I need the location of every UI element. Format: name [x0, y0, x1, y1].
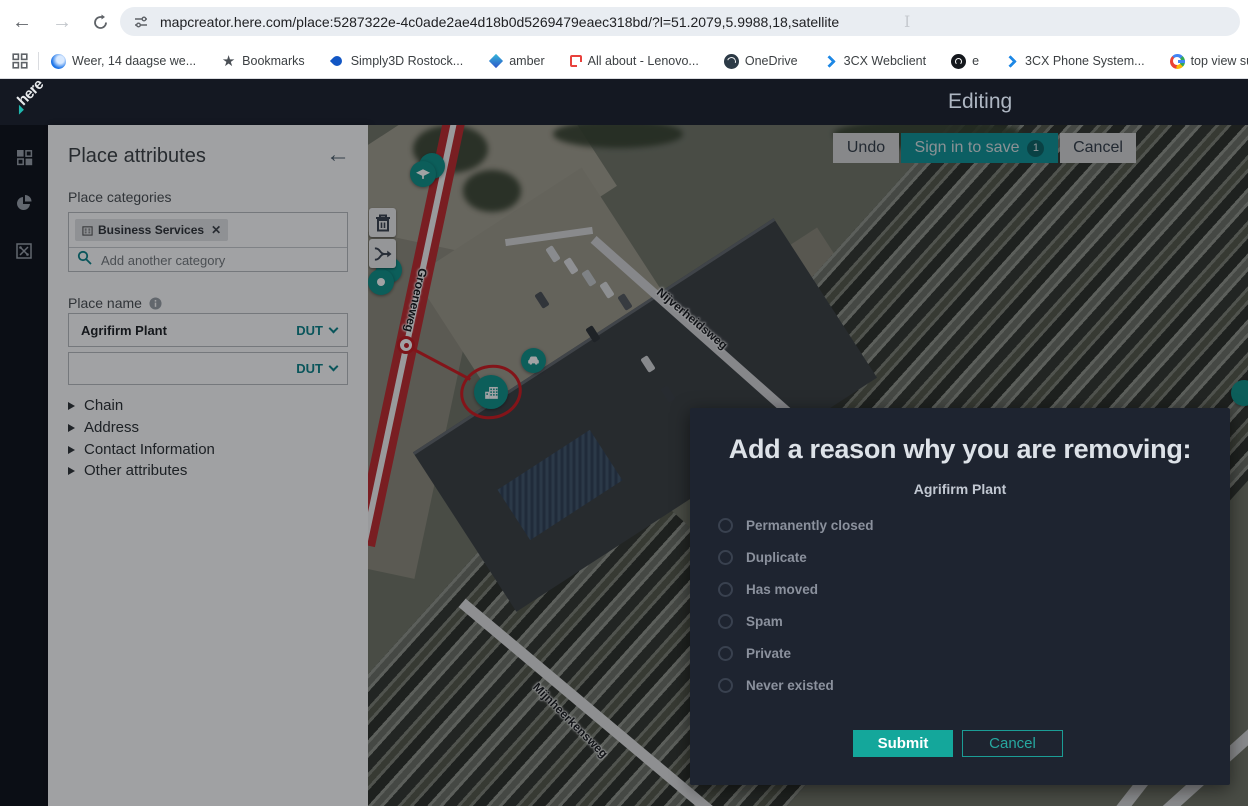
option-has-moved[interactable]: Has moved — [718, 582, 818, 597]
frame-icon — [570, 55, 582, 67]
option-spam[interactable]: Spam — [718, 614, 783, 629]
radio-icon[interactable] — [718, 646, 733, 661]
option-private[interactable]: Private — [718, 646, 791, 661]
chevron-icon — [1004, 54, 1019, 69]
bookmark-amber[interactable]: amber — [488, 54, 544, 69]
radio-icon[interactable] — [718, 518, 733, 533]
option-duplicate[interactable]: Duplicate — [718, 550, 807, 565]
bookmark-suzuki[interactable]: top view suzuki mar... — [1170, 54, 1248, 69]
bookmark-3cx-phone[interactable]: 3CX Phone System... — [1004, 54, 1145, 69]
submit-button[interactable]: Submit — [853, 730, 953, 757]
back-icon[interactable] — [8, 8, 36, 36]
bookmark-onedrive[interactable]: OneDrive — [724, 54, 798, 69]
option-never-existed[interactable]: Never existed — [718, 678, 834, 693]
here-logo[interactable]: here — [14, 76, 47, 109]
app-window: I Weer, 14 daagse we... Bookmarks Simply… — [0, 0, 1248, 806]
here-topbar: here Editing — [0, 79, 1248, 125]
bookmark-bookmarks[interactable]: Bookmarks — [221, 54, 305, 69]
site-settings-icon[interactable] — [134, 15, 148, 29]
option-permanently-closed[interactable]: Permanently closed — [718, 518, 874, 533]
reload-icon[interactable] — [86, 8, 114, 36]
weather-icon — [51, 54, 66, 69]
page-title: Editing — [948, 90, 1012, 114]
chevron-icon — [823, 54, 838, 69]
remove-reason-dialog: Add a reason why you are removing: Agrif… — [690, 408, 1230, 785]
bookmark-e[interactable]: e — [951, 54, 979, 69]
radio-icon[interactable] — [718, 614, 733, 629]
droplet-icon — [330, 54, 345, 69]
bookmark-lenovo[interactable]: All about - Lenovo... — [570, 54, 699, 68]
browser-toolbar: I — [0, 0, 1248, 44]
url-input[interactable] — [158, 13, 1226, 31]
cancel-button[interactable]: Cancel — [962, 730, 1063, 757]
radio-icon[interactable] — [718, 678, 733, 693]
radio-icon[interactable] — [718, 582, 733, 597]
star-icon — [221, 54, 236, 69]
google-icon — [1170, 54, 1185, 69]
radio-icon[interactable] — [718, 550, 733, 565]
diamond-icon — [488, 54, 503, 69]
dialog-title: Add a reason why you are removing: — [690, 434, 1230, 465]
forward-icon[interactable] — [48, 8, 76, 36]
url-bar[interactable] — [120, 7, 1240, 36]
bookmark-weer[interactable]: Weer, 14 daagse we... — [51, 54, 196, 69]
bookmark-simply3d[interactable]: Simply3D Rostock... — [330, 54, 464, 69]
badge-icon — [951, 54, 966, 69]
apps-grid-icon[interactable] — [12, 53, 28, 69]
divider — [38, 52, 39, 70]
text-cursor: I — [904, 12, 910, 31]
bookmarks-bar: Weer, 14 daagse we... Bookmarks Simply3D… — [0, 44, 1248, 79]
dialog-place-name: Agrifirm Plant — [690, 481, 1230, 497]
globe-icon — [724, 54, 739, 69]
bookmark-3cx-webclient[interactable]: 3CX Webclient — [823, 54, 926, 69]
